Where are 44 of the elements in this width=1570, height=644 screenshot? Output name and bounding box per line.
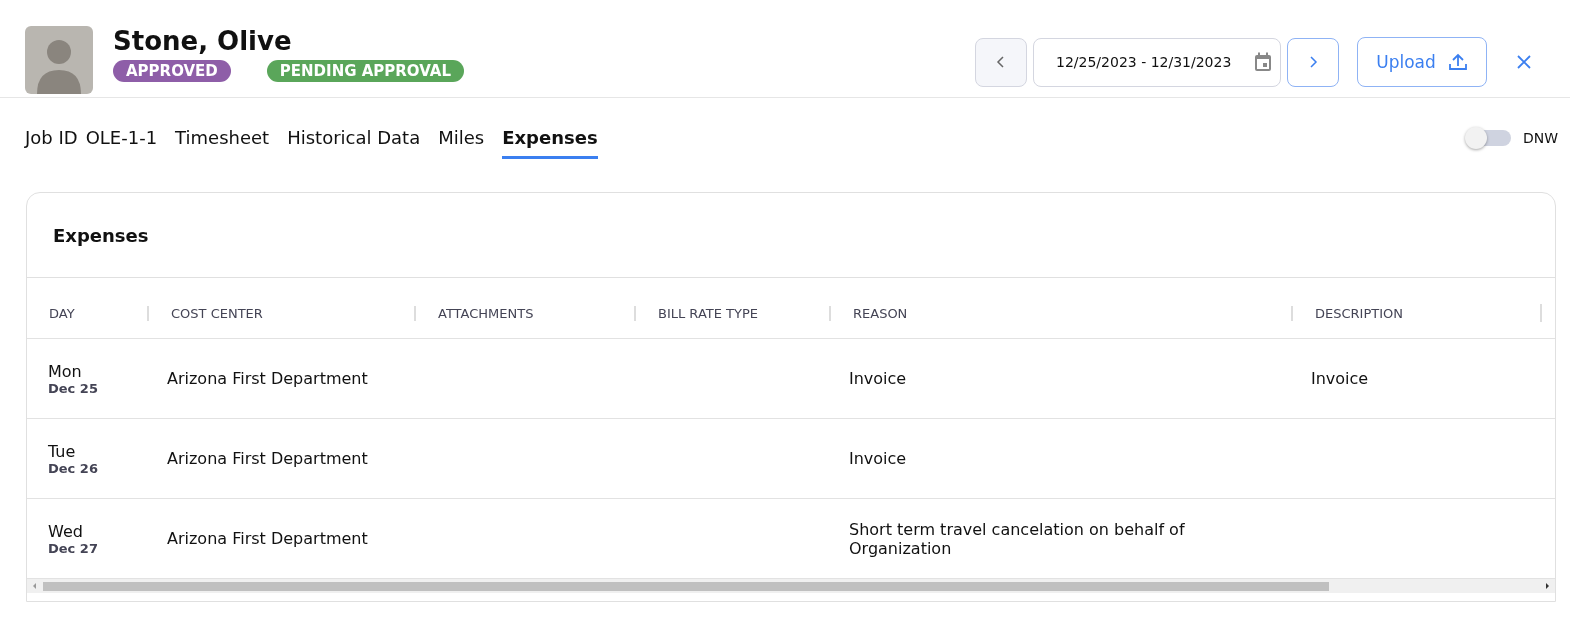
horizontal-scrollbar[interactable] (27, 579, 1555, 593)
status-badge: PENDING APPROVAL (266, 60, 464, 82)
status-badge: APPROVED (113, 60, 231, 82)
tab[interactable]: Expenses (502, 117, 598, 159)
date-text: Dec 26 (48, 460, 99, 476)
table-cell: Invoice (1311, 369, 1369, 388)
column-header: DESCRIPTION (1315, 305, 1403, 321)
column-header: COST CENTER (171, 305, 263, 321)
date-text: Dec 27 (48, 540, 99, 556)
calendar-icon (1254, 52, 1272, 72)
next-button[interactable] (1287, 37, 1339, 87)
table-cell: Short term travel cancelation on behalf of Organization (849, 519, 1185, 558)
column-header: BILL RATE TYPE (658, 305, 758, 321)
person-name: Stone, Olive (113, 26, 293, 56)
upload-button[interactable]: Upload (1357, 37, 1487, 87)
tab[interactable]: Timesheet (175, 117, 270, 159)
weekday-text: Wed (48, 521, 84, 541)
date-text: Dec 25 (48, 380, 99, 396)
toggle-switch[interactable] (1468, 130, 1511, 146)
job-id-value: OLE-1-1 (85, 126, 158, 150)
date-range-field[interactable]: 12/25/2023 - 12/31/2023 (1033, 37, 1281, 87)
weekday-text: Tue (48, 441, 77, 461)
column-header: REASON (853, 305, 908, 321)
job-id-label: Job ID (25, 126, 78, 150)
table-cell: Arizona First Department (167, 449, 368, 468)
avatar-silhouette (25, 26, 93, 94)
table-cell: Arizona First Department (167, 529, 368, 548)
previous-button[interactable] (975, 37, 1027, 87)
toggle-label: DNW (1522, 130, 1558, 146)
scroll-right-icon (1543, 582, 1551, 590)
upload-icon (1447, 52, 1468, 72)
tab[interactable]: Miles (438, 117, 485, 159)
tab[interactable]: Historical Data (287, 117, 421, 159)
close-icon (1517, 55, 1531, 69)
table-cell: Invoice (849, 369, 907, 388)
chevron-right-icon (1308, 55, 1318, 69)
weekday-text: Mon (48, 361, 83, 381)
column-header: DAY (49, 305, 75, 321)
card-title: Expenses (53, 224, 149, 246)
column-header: ATTACHMENTS (438, 305, 534, 321)
table-cell: Arizona First Department (167, 369, 368, 388)
table-cell: Invoice (849, 449, 907, 468)
scroll-left-icon (31, 582, 39, 590)
chevron-left-icon (996, 55, 1006, 69)
